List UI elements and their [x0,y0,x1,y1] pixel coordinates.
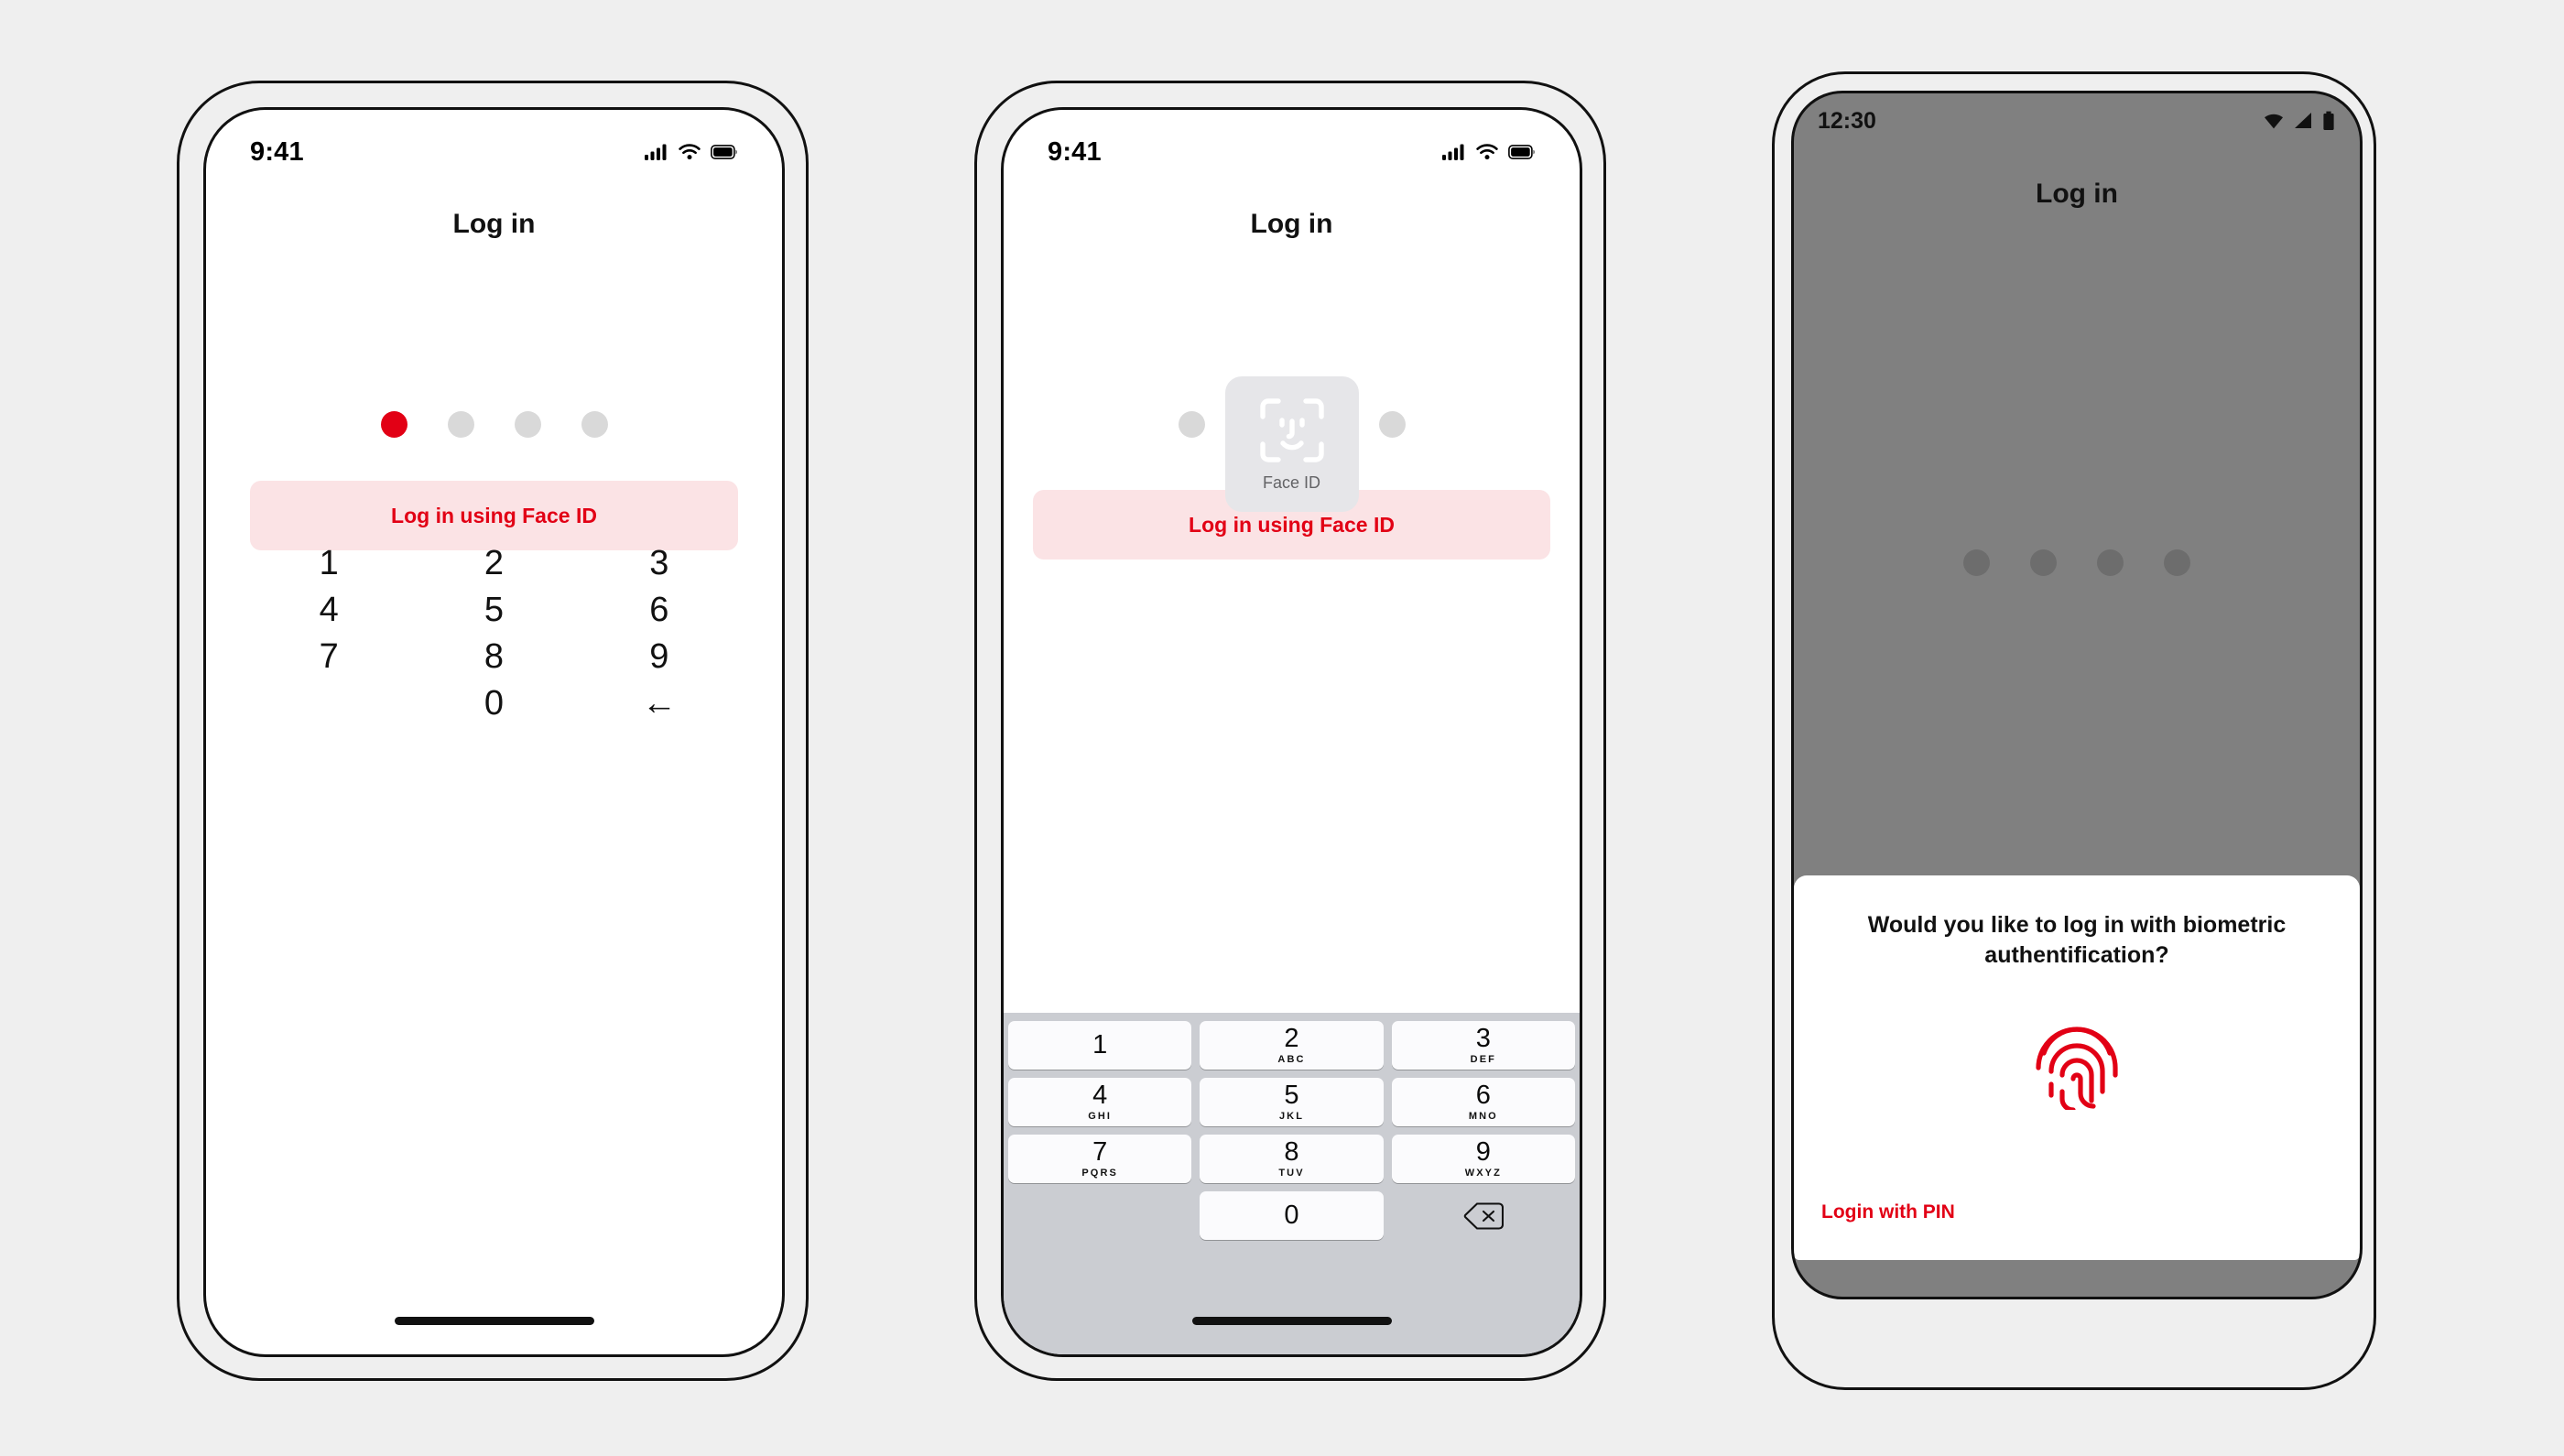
key-letters: PQRS [1081,1168,1118,1179]
pin-dots [1794,549,2360,576]
key-letters: ABC [1277,1054,1306,1065]
fingerprint-icon [2036,1027,2118,1110]
status-bar-time: 9:41 [250,136,304,167]
status-bar: 9:41 [1004,130,1580,174]
key-number: 8 [1284,1137,1299,1167]
delete-icon [1463,1201,1504,1230]
page-title: Log in [1250,209,1333,239]
biometric-dialog: Would you like to log in with biometric … [1794,875,2360,1260]
key-delete[interactable] [1392,1191,1575,1240]
login-with-pin-link[interactable]: Login with PIN [1821,1201,1955,1223]
pin-dot-1 [1178,411,1205,438]
key-6[interactable]: 6 MNO [1391,1078,1575,1126]
keypad-key-4[interactable]: 4 [246,587,411,634]
screen-android: 12:30 Log in Would you like to log in wi… [1791,91,2363,1299]
keypad-key-2[interactable]: 2 [411,540,576,587]
key-9[interactable]: 9 WXYZ [1391,1135,1575,1183]
status-bar: 12:30 [1794,103,2360,139]
face-id-label: Face ID [1262,473,1321,492]
battery-icon [711,145,737,159]
pin-keypad: 1 2 3 4 5 6 7 8 9 0 ← [246,540,742,727]
pin-dot-2 [447,411,474,438]
keypad-key-9[interactable]: 9 [577,634,742,680]
key-number: 7 [1092,1137,1108,1167]
pin-dot-3 [2097,549,2124,576]
screen-ios-pin: 9:41 Log in Log in using Face ID 1 2 3 4… [203,107,785,1357]
key-number: 9 [1475,1137,1491,1167]
key-8[interactable]: 8 TUV [1200,1135,1384,1183]
status-bar-icons [645,144,738,160]
fingerprint-icon-wrap [1821,1015,2332,1110]
status-bar-icons [2263,111,2336,131]
pin-dot-1 [380,411,407,438]
screens-overview: 9:41 Log in Log in using Face ID 1 2 3 4… [0,0,2564,1456]
key-1[interactable]: 1 [1008,1021,1192,1070]
wifi-icon [1476,144,1498,160]
pin-dot-1 [1963,549,1990,576]
keypad-backspace-icon[interactable]: ← [577,680,742,727]
pin-dot-4 [1378,411,1406,438]
key-number: 3 [1475,1024,1491,1053]
dialog-title: Would you like to log in with biometric … [1867,912,2287,968]
screen-ios-faceid: 9:41 Log in Log in using Face ID Face ID… [1001,107,1582,1357]
battery-icon [2323,111,2334,130]
key-5[interactable]: 5 JKL [1200,1078,1384,1126]
key-number: 4 [1092,1081,1108,1110]
home-indicator [394,1317,594,1325]
status-bar-time: 12:30 [1818,107,1876,134]
status-bar-icons [1442,144,1536,160]
key-letters: WXYZ [1464,1168,1502,1179]
numeric-keyboard: 1 2 ABC 3 DEF 4 GHI 5 JKL 6 MNO 7 PQRS 8… [1004,1013,1580,1354]
keypad-key-0[interactable]: 0 [411,680,576,727]
battery-icon [1508,145,1535,159]
wifi-icon [2265,114,2283,129]
key-number: 0 [1284,1201,1299,1230]
key-number: 1 [1092,1030,1108,1059]
key-4[interactable]: 4 GHI [1008,1078,1192,1126]
key-3[interactable]: 3 DEF [1391,1021,1575,1070]
key-letters: JKL [1278,1111,1305,1122]
pin-dot-2 [2030,549,2057,576]
key-letters: TUV [1278,1168,1305,1179]
phone-frame-android: 12:30 Log in Would you like to log in wi… [1772,71,2376,1390]
phone-frame-ios-pin: 9:41 Log in Log in using Face ID 1 2 3 4… [177,81,809,1381]
page-title: Log in [452,209,536,239]
home-indicator [1191,1317,1392,1325]
key-number: 6 [1475,1081,1491,1110]
keypad-key-7[interactable]: 7 [246,634,411,680]
key-number: 5 [1284,1081,1299,1110]
key-0[interactable]: 0 [1200,1191,1384,1240]
key-blank [1008,1191,1191,1240]
key-7[interactable]: 7 PQRS [1008,1135,1192,1183]
keypad-key-8[interactable]: 8 [411,634,576,680]
keypad-key-1[interactable]: 1 [246,540,411,587]
pin-dots [206,411,782,438]
key-letters: GHI [1088,1111,1113,1122]
key-2[interactable]: 2 ABC [1200,1021,1384,1070]
keypad-key-6[interactable]: 6 [577,587,742,634]
key-letters: MNO [1468,1111,1498,1122]
status-bar-time: 9:41 [1048,136,1102,167]
cellular-signal-icon [2295,113,2311,128]
cellular-signal-icon [1442,144,1464,160]
face-id-overlay: Face ID [1224,376,1359,512]
key-letters: DEF [1470,1054,1496,1065]
face-id-scan-icon [1259,398,1324,462]
status-bar: 9:41 [206,130,782,174]
wifi-icon [679,144,701,160]
page-title: Log in [2036,179,2118,209]
key-number: 2 [1284,1024,1299,1053]
keypad-key-5[interactable]: 5 [411,587,576,634]
cellular-signal-icon [645,144,667,160]
phone-frame-ios-faceid: 9:41 Log in Log in using Face ID Face ID… [974,81,1606,1381]
pin-dot-4 [581,411,608,438]
keypad-key-3[interactable]: 3 [577,540,742,587]
pin-dot-4 [2164,549,2190,576]
keyboard-grid: 1 2 ABC 3 DEF 4 GHI 5 JKL 6 MNO 7 PQRS 8… [1004,1021,1580,1240]
pin-dot-3 [514,411,541,438]
